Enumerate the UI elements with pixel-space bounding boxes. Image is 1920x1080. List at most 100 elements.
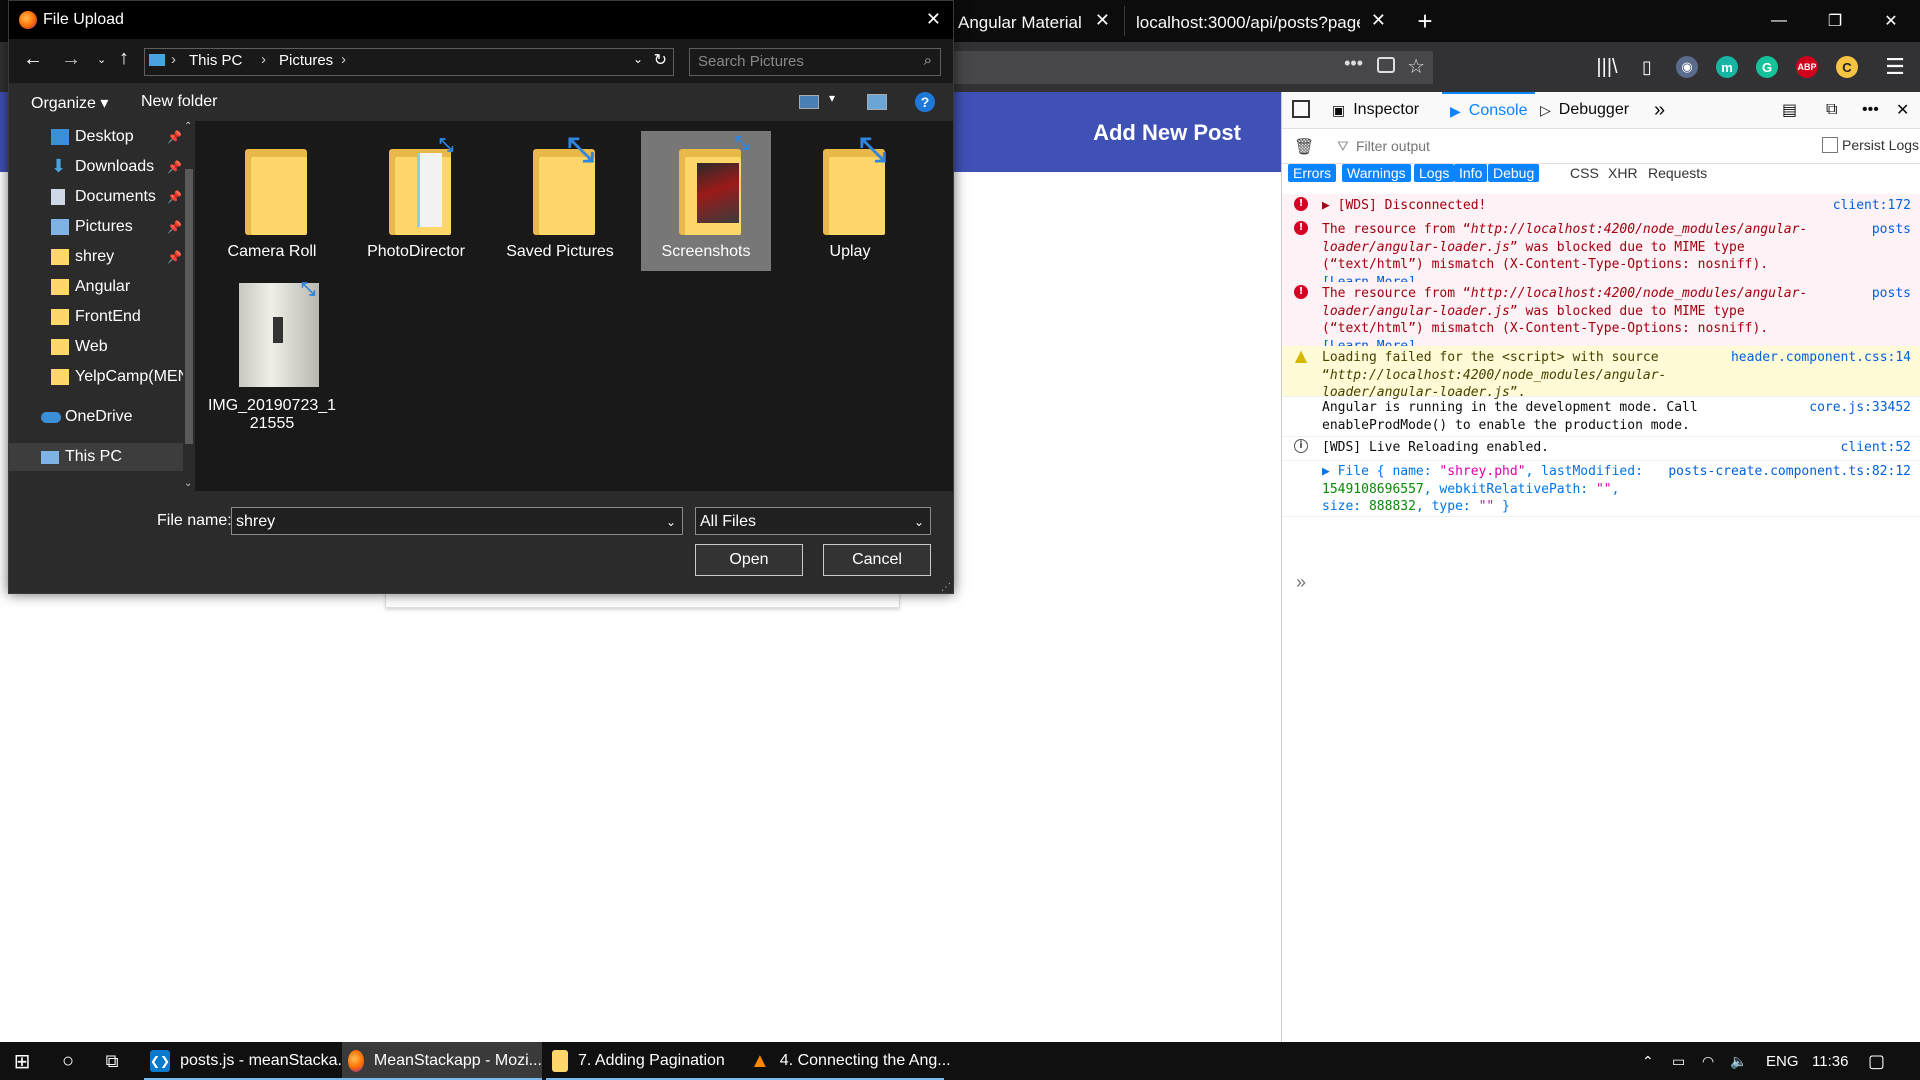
nav-item-desktop[interactable]: Desktop 📌 [9, 123, 182, 151]
more-tools-icon[interactable]: » [1654, 92, 1665, 128]
clock[interactable]: 11:36 [1812, 1042, 1848, 1080]
nav-item-this-pc[interactable]: This PC [9, 443, 183, 471]
forward-arrow-icon[interactable]: → [61, 48, 81, 71]
library-icon[interactable]: |||\ [1592, 52, 1622, 82]
clear-console-icon[interactable]: 🗑 [1294, 137, 1314, 157]
open-button[interactable]: Open [695, 544, 803, 576]
nav-item-pictures[interactable]: Pictures 📌 [9, 213, 182, 241]
action-center-icon[interactable]: ▢ [1868, 1042, 1885, 1080]
organize-menu[interactable]: Organize ▾ [31, 93, 108, 113]
extension-m-icon[interactable]: m [1712, 52, 1742, 82]
tab-inspector[interactable]: ▣ Inspector [1332, 92, 1419, 128]
scroll-up-icon[interactable]: ⌃ [184, 121, 192, 132]
filter-logs[interactable]: Logs [1414, 164, 1455, 182]
file-item-uplay[interactable]: ⤡ Uplay [785, 131, 915, 271]
pocket-icon[interactable] [1377, 57, 1395, 73]
breadcrumb-item[interactable]: This PC [189, 52, 242, 69]
nav-item-documents[interactable]: Documents 📌 [9, 183, 182, 211]
taskbar-item-vlc[interactable]: ▲ 4. Connecting the Ang... [744, 1042, 951, 1080]
task-view-icon[interactable]: ⧉ [100, 1042, 124, 1080]
tab-close-icon[interactable]: ✕ [1095, 10, 1110, 31]
devtools-menu-icon[interactable]: ••• [1862, 92, 1879, 128]
file-item-camera-roll[interactable]: Camera Roll [207, 131, 337, 271]
tab-debugger[interactable]: ▷ Debugger [1540, 92, 1629, 128]
nav-item-yelpcamp[interactable]: YelpCamp(MENs [9, 363, 185, 391]
nav-item-frontend[interactable]: FrontEnd [9, 303, 169, 331]
view-options-icon[interactable] [799, 95, 819, 109]
pin-icon[interactable]: 📌 [167, 160, 182, 174]
tab-close-icon[interactable]: ✕ [1371, 10, 1386, 31]
filter-warnings[interactable]: Warnings [1342, 164, 1411, 182]
filter-debug[interactable]: Debug [1488, 164, 1540, 182]
console-prompt-icon[interactable]: » [1296, 572, 1306, 593]
sidebar-icon[interactable]: ▯ [1632, 52, 1662, 82]
breadcrumb[interactable]: › This PC › Pictures › ⌄ ↻ [144, 48, 674, 76]
pin-icon[interactable]: 📌 [167, 190, 182, 204]
browser-tab-api-posts[interactable]: localhost:3000/api/posts?pageSize ✕ [1126, 0, 1396, 42]
resize-grip-icon[interactable]: ⋰ [941, 582, 951, 593]
pin-icon[interactable]: 📌 [167, 130, 182, 144]
maximize-button[interactable]: ❐ [1806, 0, 1864, 42]
filter-xhr[interactable]: XHR [1608, 164, 1638, 182]
separate-window-icon[interactable]: ⧉ [1826, 92, 1837, 128]
file-item-photodirector[interactable]: ⤡ PhotoDirector [351, 131, 481, 271]
recent-locations-icon[interactable]: ⌄ [97, 53, 106, 66]
filter-requests[interactable]: Requests [1648, 164, 1707, 182]
pin-icon[interactable]: 📌 [167, 220, 182, 234]
search-icon[interactable]: ⌕ [924, 52, 932, 69]
show-hidden-icons-icon[interactable]: ⌃ [1642, 1042, 1654, 1080]
minimize-button[interactable]: — [1750, 0, 1808, 42]
new-folder-button[interactable]: New folder [141, 93, 217, 111]
dock-layout-icon[interactable]: ▤ [1782, 92, 1797, 128]
file-item-screenshots[interactable]: ⤡ Screenshots [641, 131, 771, 271]
refresh-icon[interactable]: ↻ [654, 50, 667, 70]
add-new-post-link[interactable]: Add New Post [1093, 120, 1241, 146]
windows-start-icon[interactable]: ⊞ [10, 1042, 34, 1080]
message-source-link[interactable]: client:52 [1841, 439, 1911, 457]
message-source-link[interactable]: posts [1872, 221, 1911, 239]
url-bar[interactable]: ••• ☆ [940, 51, 1433, 84]
preview-pane-icon[interactable] [867, 94, 887, 110]
back-arrow-icon[interactable]: ← [23, 48, 43, 71]
adblock-plus-icon[interactable]: ABP [1792, 52, 1822, 82]
nav-pane-scrollbar[interactable]: ⌃ ⌄ [183, 121, 195, 491]
page-actions-icon[interactable]: ••• [1344, 53, 1363, 74]
input-language[interactable]: ENG [1766, 1042, 1799, 1080]
file-item-saved-pictures[interactable]: ⤡ Saved Pictures [495, 131, 625, 271]
hamburger-menu-icon[interactable]: ☰ [1880, 52, 1910, 82]
persist-logs-checkbox[interactable] [1822, 137, 1838, 153]
message-source-link[interactable]: client:172 [1833, 197, 1911, 215]
new-tab-button[interactable]: + [1410, 0, 1440, 42]
scroll-down-icon[interactable]: ⌄ [184, 478, 192, 489]
message-source-link[interactable]: header.component.css:14 [1731, 349, 1911, 367]
nav-item-onedrive[interactable]: OneDrive [9, 403, 169, 431]
browser-tab-angular-material[interactable]: Angular Material ✕ [952, 0, 1120, 42]
taskbar-item-vscode[interactable]: ❮❯ posts.js - meanStacka... [144, 1042, 351, 1080]
close-devtools-icon[interactable]: ✕ [1896, 92, 1909, 128]
filter-css[interactable]: CSS [1570, 164, 1599, 182]
pin-icon[interactable]: 📌 [167, 250, 182, 264]
cancel-button[interactable]: Cancel [823, 544, 931, 576]
nav-item-shrey[interactable]: shrey 📌 [9, 243, 182, 271]
battery-icon[interactable]: ▭ [1672, 1042, 1685, 1080]
message-source-link[interactable]: posts [1872, 285, 1911, 303]
nav-item-angular[interactable]: Angular [9, 273, 169, 301]
taskbar-item-explorer[interactable]: 7. Adding Pagination [546, 1042, 746, 1080]
filter-output-input[interactable] [1354, 135, 1658, 157]
scrollbar-thumb[interactable] [185, 169, 193, 444]
tab-console[interactable]: ▶ Console [1442, 92, 1536, 128]
nav-item-downloads[interactable]: ⬇ Downloads 📌 [9, 153, 182, 181]
filter-info[interactable]: Info [1454, 164, 1488, 182]
message-source-link[interactable]: posts-create.component.ts:82:12 [1668, 463, 1911, 481]
message-source-link[interactable]: core.js:33452 [1809, 399, 1911, 417]
chevron-down-icon[interactable]: ⌄ [633, 52, 643, 66]
grammarly-icon[interactable]: G [1752, 52, 1782, 82]
account-icon[interactable]: ◉ [1672, 52, 1702, 82]
wifi-icon[interactable]: ◠ [1702, 1042, 1714, 1080]
up-arrow-icon[interactable]: ↑ [119, 47, 129, 70]
extension-c-icon[interactable]: C [1832, 52, 1862, 82]
chevron-down-icon[interactable]: ▾ [829, 91, 835, 105]
breadcrumb-item[interactable]: Pictures [279, 52, 333, 69]
file-name-input[interactable]: shrey ⌄ [231, 507, 683, 535]
message-text[interactable]: ▶ [WDS] Disconnected! [1322, 197, 1822, 215]
